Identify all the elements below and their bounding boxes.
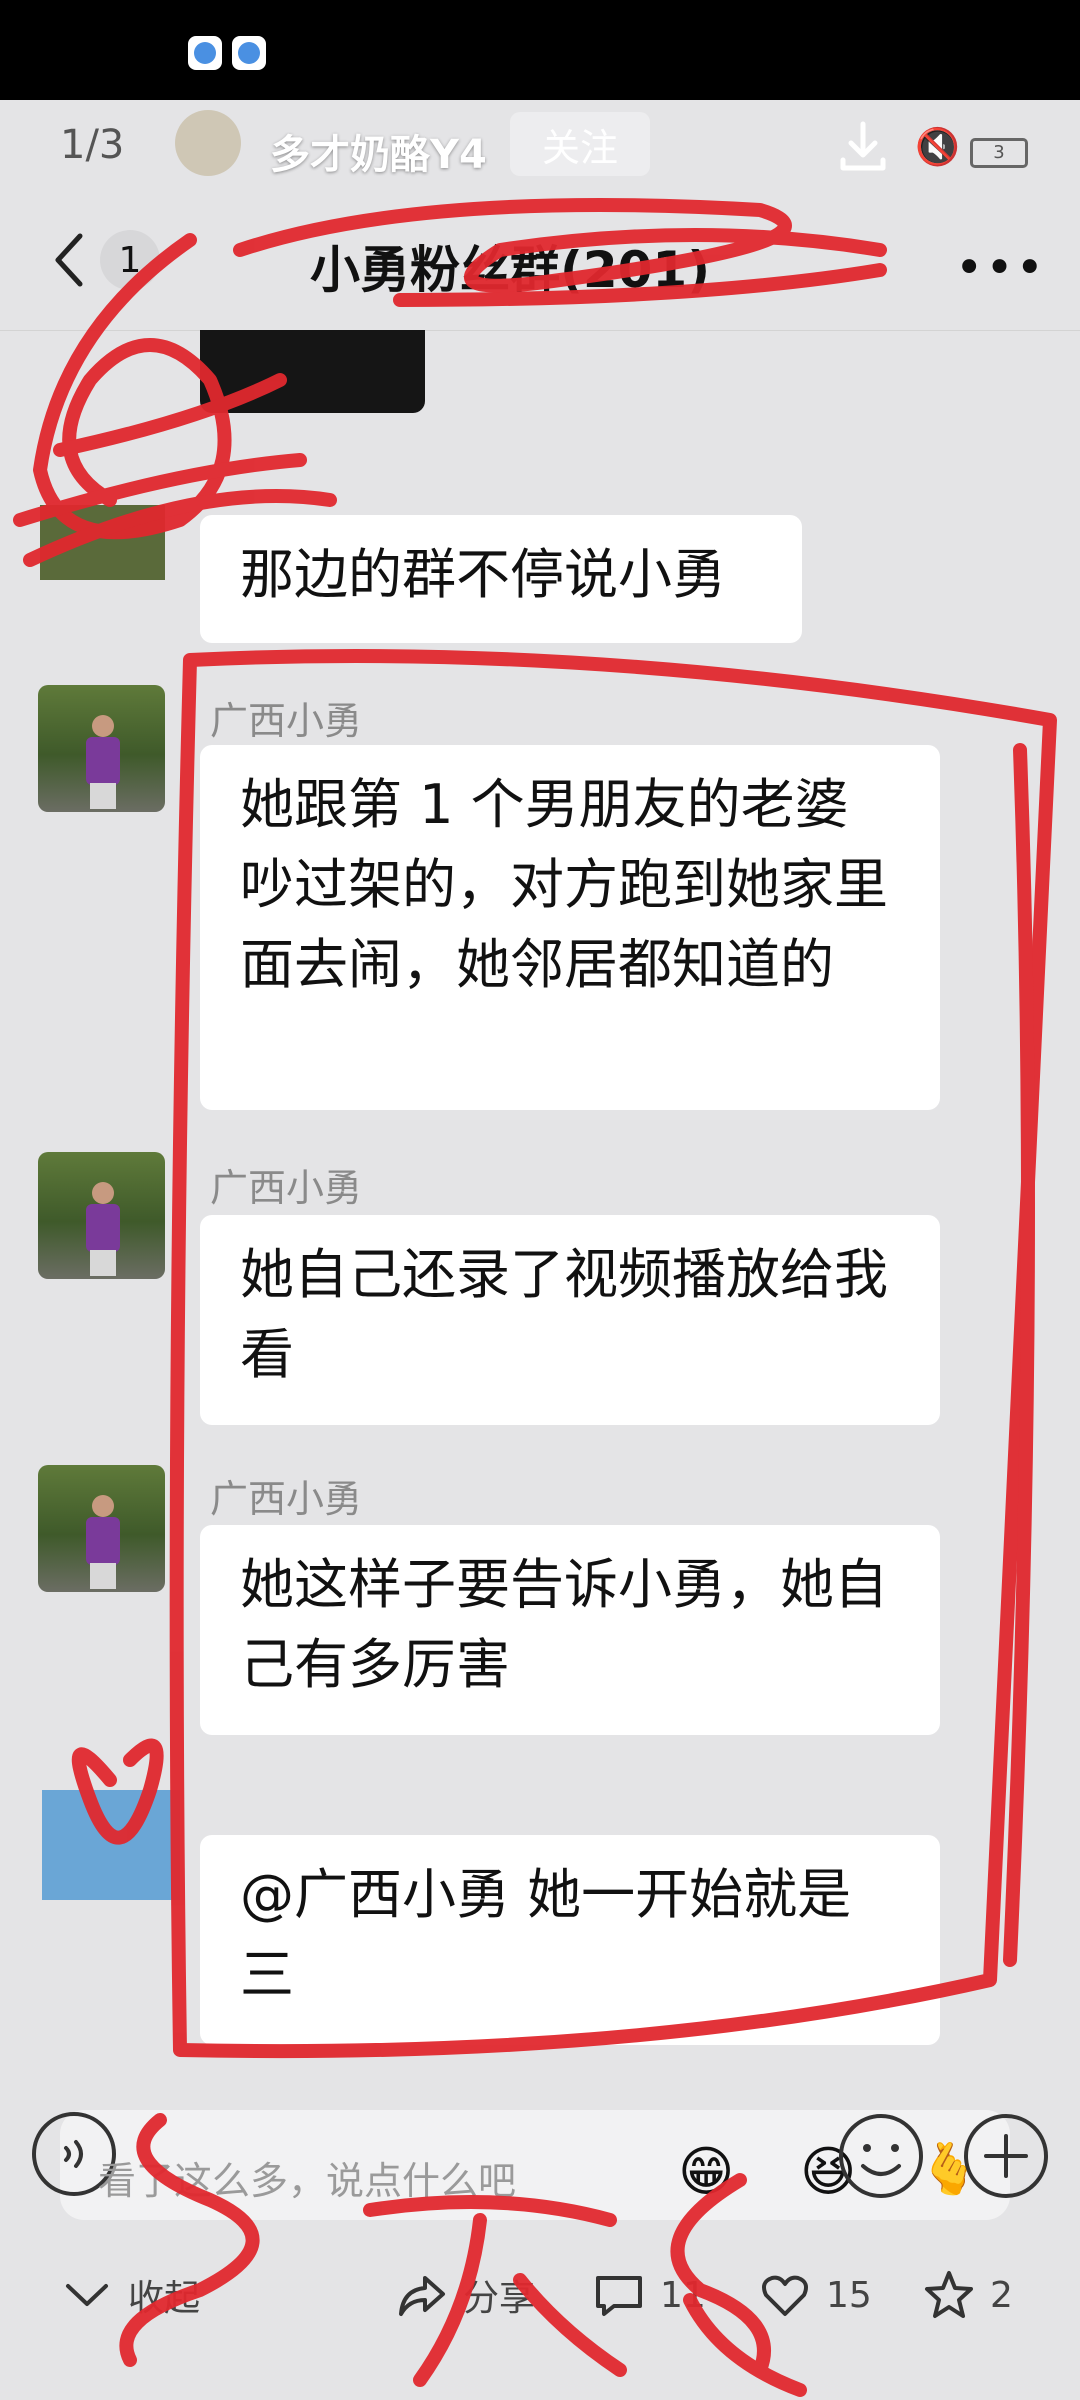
share-button[interactable]: 分享 — [395, 2268, 535, 2322]
emoji-icon[interactable] — [835, 2110, 927, 2202]
follow-button[interactable]: 关注 — [510, 112, 650, 176]
likes-count: 15 — [826, 2274, 872, 2316]
share-label: 分享 — [463, 2278, 536, 2319]
battery-icon: 3 — [970, 138, 1028, 168]
page-indicator: 1/3 — [60, 122, 125, 168]
download-icon[interactable] — [835, 118, 891, 174]
viewer-header: 1/3 多才奶酪Y4 关注 🔇 3 — [0, 100, 1080, 190]
comment-placeholder[interactable]: 看了这么多，说点什么吧 — [98, 2150, 516, 2205]
message-text: 她自己还录了视频播放给我看 — [240, 1243, 888, 1386]
message-bubble[interactable]: 她跟第 1 个男朋友的老婆吵过架的，对方跑到她家里面去闹，她邻居都知道的 — [200, 745, 940, 1110]
unread-badge[interactable]: 1 — [100, 230, 160, 290]
avatar[interactable] — [38, 685, 165, 812]
message-bubble[interactable]: @广西小勇 她一开始就是三 — [200, 1835, 940, 2045]
more-icon[interactable]: ••• — [955, 240, 1046, 296]
status-bar — [0, 0, 1080, 100]
sender-name: 广西小勇 — [210, 699, 363, 743]
collapse-label: 收起 — [128, 2278, 201, 2319]
back-icon[interactable] — [48, 230, 88, 290]
avatar[interactable] — [42, 1790, 180, 1900]
star-icon — [925, 2271, 973, 2318]
heart-icon — [762, 2275, 808, 2316]
emoji-shortcut[interactable]: 😁 — [678, 2140, 734, 2203]
message-bubble[interactable]: 她这样子要告诉小勇，她自己有多厉害 — [200, 1525, 940, 1735]
message-text: 她这样子要告诉小勇，她自己有多厉害 — [240, 1553, 888, 1696]
sender-name: 广西小勇 — [210, 1166, 363, 1210]
favorite-button[interactable]: 2 — [922, 2268, 1013, 2322]
chat-header: 1 小勇粉丝群(201) ••• — [0, 190, 1080, 331]
comment-icon — [596, 2276, 642, 2316]
share-icon — [399, 2276, 445, 2316]
plus-icon[interactable] — [960, 2110, 1052, 2202]
avatar[interactable] — [38, 1152, 165, 1279]
comments-count: 11 — [660, 2274, 706, 2316]
comments-button[interactable]: 11 — [592, 2268, 706, 2322]
notification-icons — [188, 36, 266, 70]
message-text: @广西小勇 她一开始就是三 — [240, 1863, 852, 2006]
author-name[interactable]: 多才奶酪Y4 — [270, 122, 487, 180]
video-message-thumbnail[interactable] — [200, 330, 425, 413]
collapse-button[interactable]: 收起 — [60, 2268, 200, 2322]
message-text: 她跟第 1 个男朋友的老婆吵过架的，对方跑到她家里面去闹，她邻居都知道的 — [240, 773, 888, 996]
favorites-count: 2 — [990, 2274, 1013, 2316]
avatar[interactable] — [40, 505, 165, 580]
chat-title: 小勇粉丝群(201) — [310, 241, 711, 299]
app-notification-icon — [188, 36, 222, 70]
mute-icon: 🔇 — [915, 127, 960, 168]
like-button[interactable]: 15 — [758, 2268, 872, 2322]
bottom-action-bar: 收起 分享 11 15 2 — [0, 2240, 1080, 2350]
author-avatar[interactable] — [175, 110, 241, 176]
sender-name: 广西小勇 — [210, 1477, 363, 1521]
message-bubble[interactable]: 那边的群不停说小勇 — [200, 515, 802, 643]
avatar[interactable] — [38, 1465, 165, 1592]
message-text: 那边的群不停说小勇 — [240, 543, 726, 606]
message-bubble[interactable]: 她自己还录了视频播放给我看 — [200, 1215, 940, 1425]
chevron-down-icon — [66, 2284, 108, 2306]
app-notification-icon — [232, 36, 266, 70]
